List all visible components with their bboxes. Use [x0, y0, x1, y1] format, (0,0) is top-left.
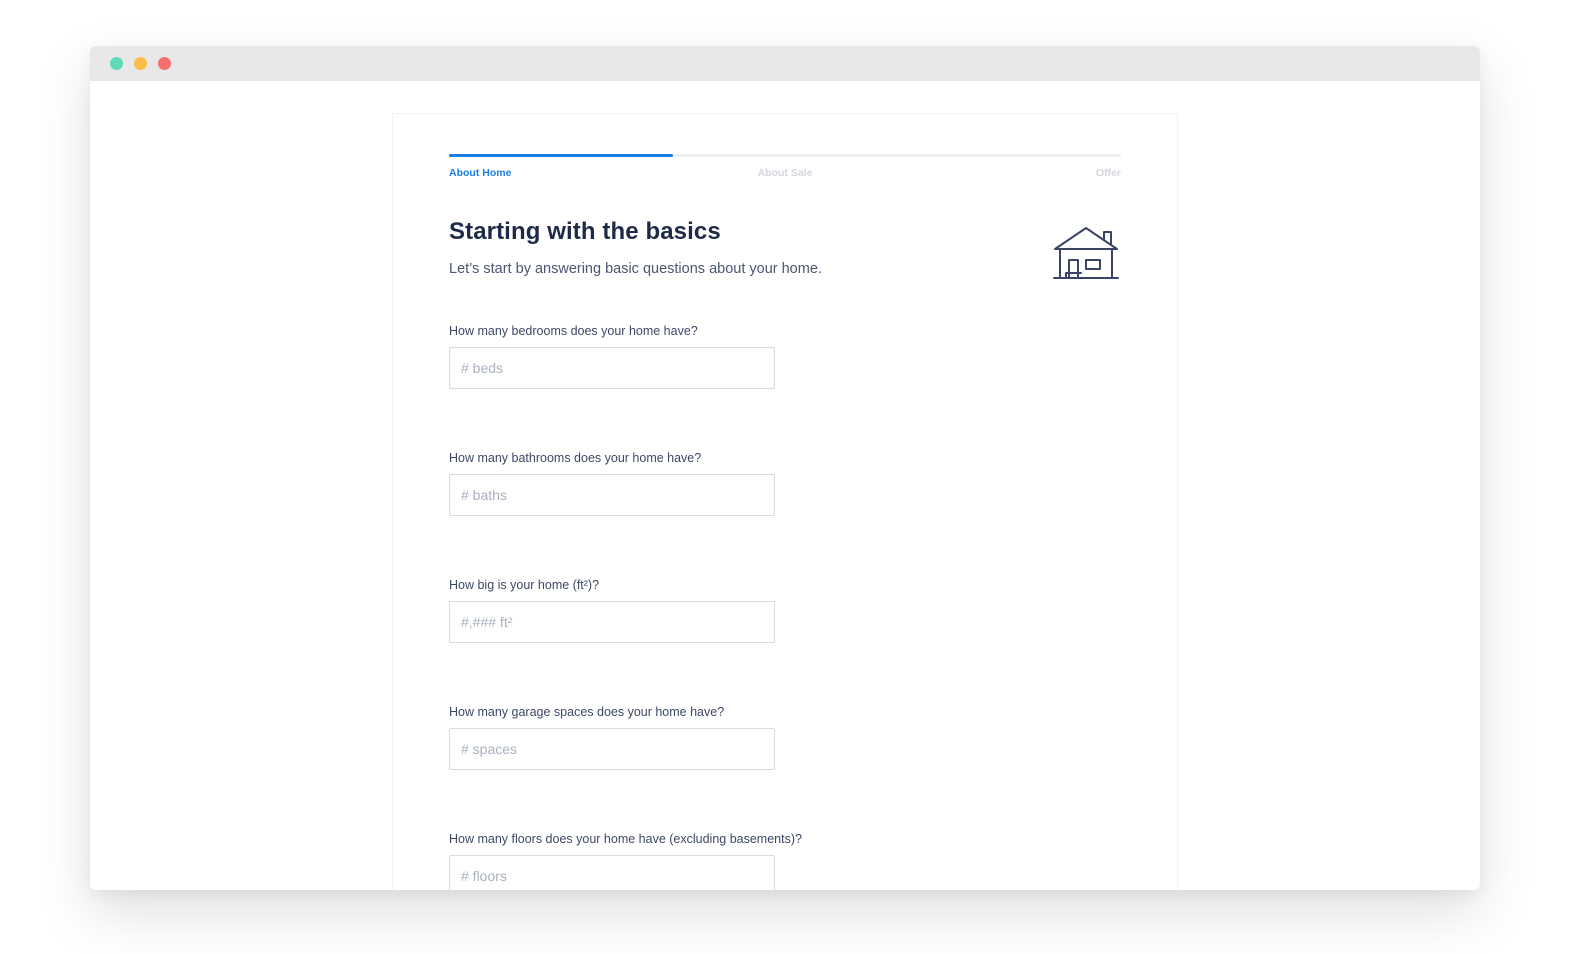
bathrooms-input[interactable] [449, 474, 775, 516]
step-offer[interactable]: Offer [1096, 167, 1121, 179]
garage-field: How many garage spaces does your home ha… [449, 704, 1129, 770]
step-about-home[interactable]: About Home [449, 167, 511, 179]
home-size-label: How big is your home (ft²)? [449, 578, 600, 592]
floors-input[interactable] [449, 855, 775, 890]
bathrooms-field: How many bathrooms does your home have? [449, 450, 1129, 516]
form-card: About Home About Sale Offer Starting wit… [392, 113, 1178, 890]
progress-steps: About Home About Sale Offer [449, 167, 1121, 183]
page-title: Starting with the basics [449, 218, 721, 245]
house-icon [1053, 227, 1119, 279]
bedrooms-input[interactable] [449, 347, 775, 389]
floors-label: How many floors does your home have (exc… [449, 832, 802, 846]
bedrooms-label: How many bedrooms does your home have? [449, 324, 698, 338]
bedrooms-field: How many bedrooms does your home have? [449, 323, 1129, 389]
step-about-sale[interactable]: About Sale [758, 167, 813, 179]
window-minimize-button[interactable] [134, 57, 147, 70]
bathrooms-label: How many bathrooms does your home have? [449, 451, 702, 465]
home-size-field: How big is your home (ft²)? [449, 577, 1129, 643]
progress-fill [449, 154, 673, 157]
window-maximize-button[interactable] [158, 57, 171, 70]
window-close-button[interactable] [110, 57, 123, 70]
home-size-input[interactable] [449, 601, 775, 643]
garage-label: How many garage spaces does your home ha… [449, 705, 725, 719]
floors-field: How many floors does your home have (exc… [449, 831, 1129, 890]
browser-window: About Home About Sale Offer Starting wit… [90, 46, 1480, 890]
window-titlebar [90, 46, 1480, 81]
garage-input[interactable] [449, 728, 775, 770]
page-subtitle: Let’s start by answering basic questions… [449, 261, 822, 277]
